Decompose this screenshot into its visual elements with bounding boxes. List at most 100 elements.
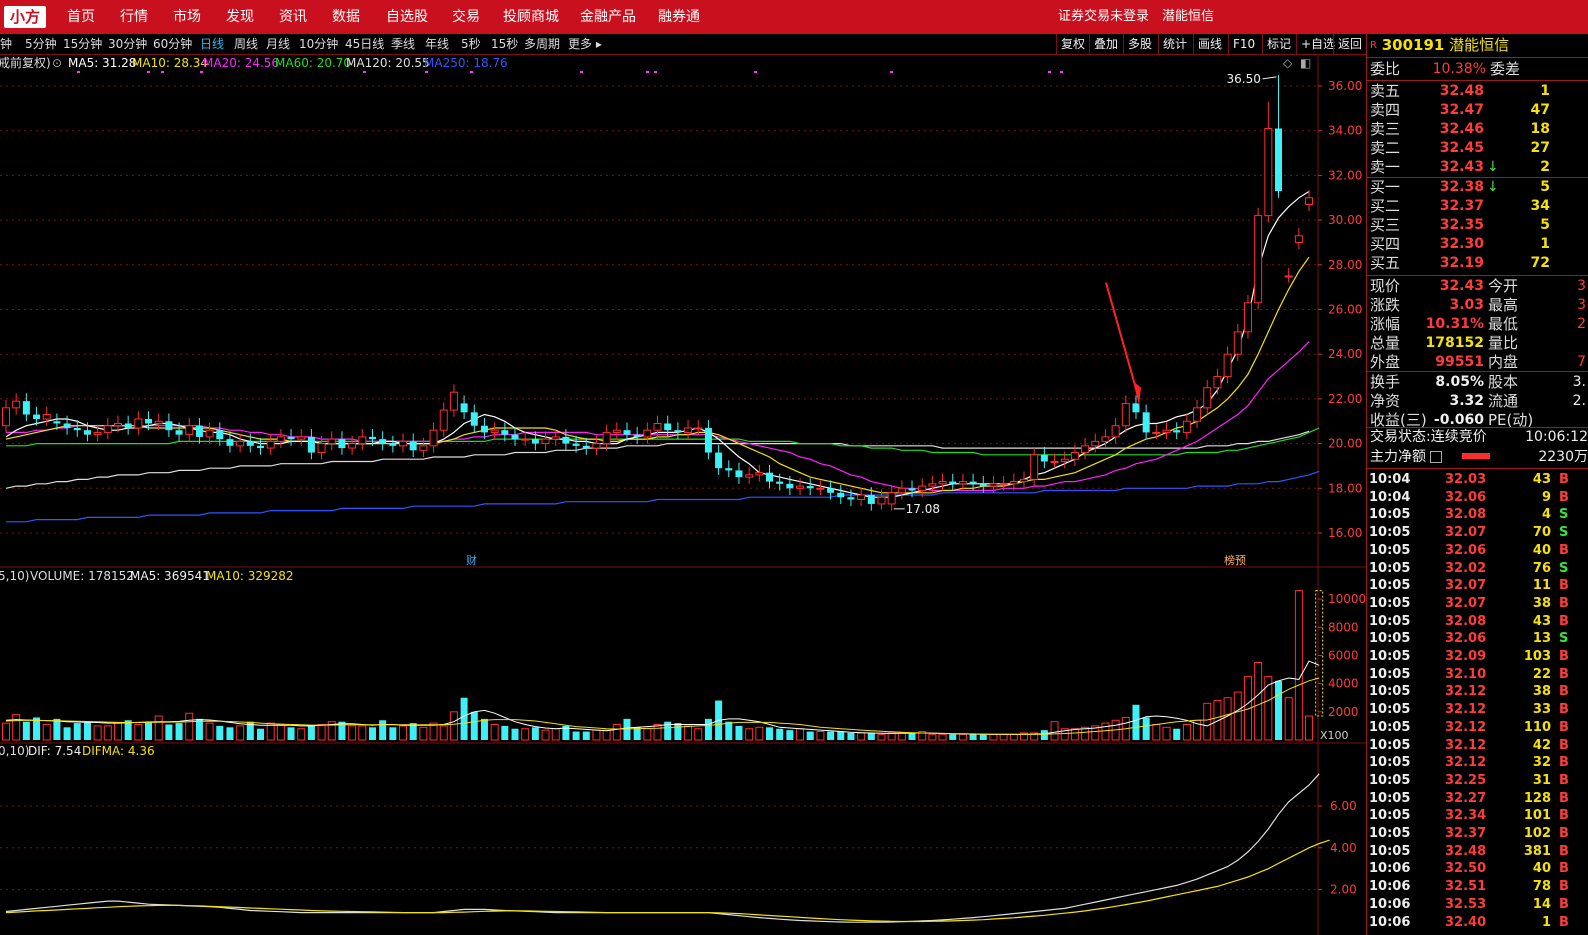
period-60min[interactable]: 60分钟 (153, 34, 192, 54)
tick-price: 32.12 (1445, 719, 1487, 735)
volume-bar (908, 732, 916, 740)
window-icon[interactable]: ◧ (1300, 56, 1311, 70)
period-minute[interactable]: 钟 (0, 34, 12, 54)
tick-volume: 102 (1523, 826, 1551, 841)
ask-row[interactable]: 卖四 32.47 47 (1370, 101, 1588, 120)
candle-body (236, 440, 245, 447)
nav-news[interactable]: 资讯 (279, 0, 307, 34)
candle-body (1284, 275, 1293, 278)
nav-watchlist[interactable]: 自选股 (386, 0, 428, 34)
tool-draw[interactable]: 画线 (1193, 34, 1226, 54)
level-price: 32.35 (1439, 217, 1484, 233)
level-price: 32.37 (1439, 198, 1484, 214)
tick-volume: 4 (1541, 507, 1551, 523)
bid-row[interactable]: 买四 32.30 1 (1370, 235, 1588, 254)
period-10min[interactable]: 10分钟 (299, 34, 338, 54)
list-icon[interactable] (1430, 451, 1443, 463)
bid-row[interactable]: 买一 32.38 ↓ 5 (1370, 178, 1588, 197)
event-marker (654, 71, 657, 73)
nav-data[interactable]: 数据 (332, 0, 360, 34)
candle-body (1254, 215, 1263, 304)
tick-side: B (1559, 578, 1569, 594)
period-quarterly[interactable]: 季线 (391, 34, 415, 54)
kline-chart-area[interactable]: 36.00 34.00 32.00 30.00 28.00 26.00 24.00 22.00… (0, 55, 1366, 935)
main-flow-value: 2230万 (1538, 449, 1588, 465)
period-daily[interactable]: 日线 (200, 34, 224, 54)
period-monthly[interactable]: 月线 (266, 34, 290, 54)
candle-body (1275, 128, 1282, 192)
volume-bar (399, 725, 408, 741)
stat-row: 现价 32.43 今开 3 (1370, 277, 1588, 296)
nav-securities-lending[interactable]: 融券通 (658, 0, 700, 34)
ask-row[interactable]: 卖二 32.45 27 (1370, 139, 1588, 158)
tick-side: B (1559, 613, 1569, 629)
tool-back[interactable]: 返回 (1333, 34, 1366, 54)
period-5sec[interactable]: 5秒 (461, 34, 481, 54)
level-volume: 5 (1540, 179, 1550, 195)
price-pane[interactable] (2, 55, 1320, 523)
tool-adjust[interactable]: 复权 (1056, 34, 1089, 54)
period-multi[interactable]: 多周期 (524, 34, 560, 54)
volume-bar (22, 721, 30, 740)
period-15min[interactable]: 15分钟 (63, 34, 102, 54)
tick-price: 32.06 (1445, 542, 1487, 558)
tick-volume: 128 (1523, 790, 1551, 806)
candle-body (348, 443, 357, 449)
nav-discover[interactable]: 发现 (226, 0, 254, 34)
price-axis-label: 28.00 (1328, 258, 1362, 272)
legend-toggle-icon[interactable]: ⊙ (52, 56, 62, 70)
candle-body (1081, 445, 1090, 454)
nav-quotes[interactable]: 行情 (120, 0, 148, 34)
candle-body (42, 414, 51, 420)
tool-f10[interactable]: F10 (1228, 34, 1259, 54)
login-status[interactable]: 证券交易未登录 (1058, 0, 1149, 34)
tool-stats[interactable]: 统计 (1158, 34, 1191, 54)
tick-time: 10:04 (1369, 489, 1411, 505)
bid-row[interactable]: 买五 32.19 72 (1370, 254, 1588, 273)
period-more[interactable]: 更多 ▸ (568, 34, 602, 54)
volume-bar (897, 732, 906, 741)
bid-row[interactable]: 买二 32.37 34 (1370, 197, 1588, 216)
volume-bar (602, 729, 611, 741)
stat-value: 99551 (1435, 354, 1484, 370)
financial-report-marker[interactable]: 财 (466, 553, 477, 567)
tool-overlay[interactable]: 叠加 (1089, 34, 1122, 54)
period-30min[interactable]: 30分钟 (108, 34, 147, 54)
volume-bar (1264, 676, 1273, 741)
nav-market[interactable]: 市场 (173, 0, 201, 34)
tick-price: 32.06 (1445, 489, 1487, 505)
volume-bar (165, 724, 173, 740)
bid-row[interactable]: 买三 32.35 5 (1370, 216, 1588, 235)
stat-value-2: 2. (1572, 393, 1586, 409)
diamond-icon[interactable]: ◇ (1283, 56, 1293, 70)
candle-body (755, 472, 764, 476)
nav-trade[interactable]: 交易 (452, 0, 480, 34)
volume-bar (857, 732, 866, 741)
tick-price: 32.06 (1445, 631, 1487, 647)
list-forecast-marker[interactable]: 榜预 (1224, 553, 1246, 567)
legend-ma60: MA60: 20.70 (275, 56, 351, 70)
tool-mark[interactable]: 标记 (1262, 34, 1295, 54)
tick-time: 10:05 (1369, 578, 1411, 594)
candle-body (1142, 412, 1150, 433)
nav-advisor-mall[interactable]: 投顾商城 (503, 0, 559, 34)
candle-body (857, 494, 866, 500)
tool-multi-stock[interactable]: 多股 (1123, 34, 1156, 54)
period-45day[interactable]: 45日线 (345, 34, 384, 54)
app-logo[interactable]: 小方 (4, 6, 47, 28)
tick-price: 32.50 (1445, 861, 1487, 877)
period-yearly[interactable]: 年线 (425, 34, 449, 54)
period-weekly[interactable]: 周线 (234, 34, 258, 54)
period-5min[interactable]: 5分钟 (25, 34, 57, 54)
ask-row[interactable]: 卖三 32.46 18 (1370, 120, 1588, 139)
volume-pane[interactable] (2, 590, 1324, 741)
tick-row: 10:04 32.06 9 B (1369, 489, 1587, 507)
nav-finance-products[interactable]: 金融产品 (580, 0, 636, 34)
ask-row[interactable]: 卖一 32.43 ↓ 2 (1370, 158, 1588, 177)
candle-body (1264, 127, 1273, 217)
ask-row[interactable]: 卖五 32.48 1 (1370, 82, 1588, 101)
volume-bar (195, 718, 203, 740)
candle-body (847, 497, 855, 500)
period-15sec[interactable]: 15秒 (491, 34, 518, 54)
nav-home[interactable]: 首页 (67, 0, 95, 34)
